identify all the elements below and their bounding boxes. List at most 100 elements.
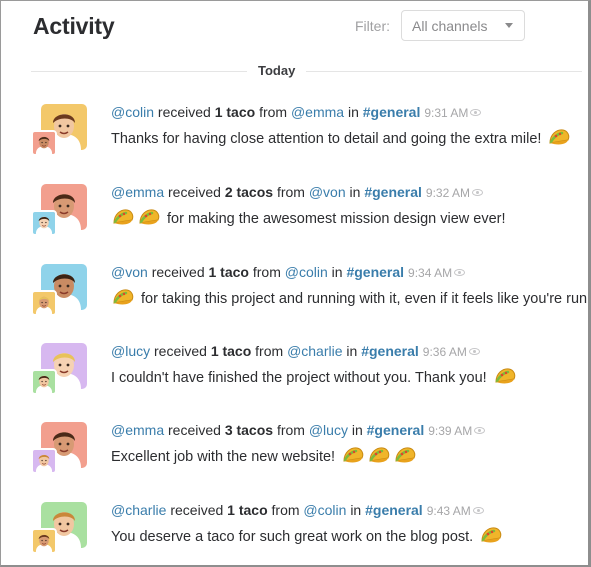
avatar-group [31,264,87,320]
recipient-link[interactable]: @emma [111,184,164,200]
sender-link[interactable]: @emma [291,104,344,120]
day-label: Today [247,63,307,78]
eye-icon[interactable] [474,426,486,434]
activity-item: @emma received 2 tacos from @von in #gen… [1,184,588,256]
timestamp[interactable]: 9:36 AM [423,345,467,359]
message-text: Thanks for having close attention to det… [111,131,542,147]
avatar-group [31,502,87,558]
taco-icon [341,444,365,466]
avatar-group [31,104,87,160]
channel-link[interactable]: #general [346,264,404,280]
received-text: received [154,343,207,359]
eye-icon[interactable] [468,347,480,355]
sender-avatar[interactable] [31,448,57,474]
timestamp[interactable]: 9:39 AM [428,424,472,438]
activity-summary: @von received 1 taco from @colin in #gen… [111,264,466,280]
in-text: in [331,264,343,280]
received-text: received [170,502,224,518]
from-text: from [252,264,281,280]
recipient-link[interactable]: @von [111,264,148,280]
in-text: in [349,184,361,200]
activity-item: @colin received 1 taco from @emma in #ge… [1,104,588,176]
taco-icon [367,444,391,466]
timestamp[interactable]: 9:31 AM [424,106,468,120]
in-text: in [347,104,359,120]
taco-count: 1 taco [210,343,252,359]
message-text: for taking this project and running with… [141,291,591,307]
taco-icon [111,286,135,308]
avatar-group [31,184,87,240]
timestamp[interactable]: 9:43 AM [427,504,471,518]
recipient-link[interactable]: @lucy [111,343,150,359]
activity-summary: @lucy received 1 taco from @charlie in #… [111,343,480,359]
sender-link[interactable]: @colin [285,264,328,280]
header: Activity Filter: All channels [33,10,588,47]
timestamp[interactable]: 9:34 AM [408,266,452,280]
activity-panel: Activity Filter: All channels Today @col… [0,0,591,567]
sender-link[interactable]: @von [309,184,346,200]
message-text: I couldn't have finished the project wit… [111,370,487,386]
filter-selected-value: All channels [412,18,488,34]
channel-filter-select[interactable]: All channels [401,10,525,41]
from-text: from [276,422,305,438]
eye-icon[interactable] [454,268,466,276]
sender-link[interactable]: @charlie [287,343,342,359]
eye-icon[interactable] [472,506,484,514]
sender-link[interactable]: @lucy [309,422,348,438]
from-text: from [271,502,300,518]
page-title: Activity [33,13,115,39]
activity-message: for taking this project and running with… [111,286,591,310]
taco-count: 2 tacos [224,184,274,200]
channel-link[interactable]: #general [363,104,421,120]
taco-icon [137,206,161,228]
eye-icon[interactable] [470,108,482,116]
eye-icon[interactable] [471,188,483,196]
taco-icon [493,365,517,387]
sender-avatar[interactable] [31,528,57,554]
received-text: received [168,184,221,200]
in-text: in [346,343,358,359]
taco-icon [393,444,417,466]
channel-link[interactable]: #general [361,343,419,359]
from-text: from [255,343,284,359]
taco-icon [111,206,135,228]
channel-link[interactable]: #general [365,502,423,518]
activity-summary: @colin received 1 taco from @emma in #ge… [111,104,482,120]
message-text: Excellent job with the new website! [111,449,336,465]
taco-icon [547,126,571,148]
from-text: from [276,184,305,200]
recipient-link[interactable]: @colin [111,104,154,120]
received-text: received [157,104,211,120]
received-text: received [151,264,205,280]
activity-summary: @charlie received 1 taco from @colin in … [111,502,484,518]
recipient-link[interactable]: @emma [111,422,164,438]
activity-item: @lucy received 1 taco from @charlie in #… [1,343,588,415]
from-text: from [259,104,288,120]
sender-avatar[interactable] [31,290,57,316]
activity-message: Thanks for having close attention to det… [111,128,571,150]
sender-avatar[interactable] [31,369,57,395]
taco-count: 1 taco [214,104,256,120]
timestamp[interactable]: 9:32 AM [426,186,470,200]
in-text: in [350,502,362,518]
taco-icon [479,524,503,546]
filter-label: Filter: [355,18,390,34]
activity-message: You deserve a taco for such great work o… [111,526,503,548]
channel-link[interactable]: #general [367,422,425,438]
avatar-group [31,422,87,478]
avatar-group [31,343,87,399]
recipient-link[interactable]: @charlie [111,502,166,518]
sender-avatar[interactable] [31,210,57,236]
taco-count: 3 tacos [224,422,274,438]
chevron-down-icon [505,23,513,28]
channel-link[interactable]: #general [364,184,422,200]
activity-message: I couldn't have finished the project wit… [111,367,517,389]
activity-summary: @emma received 2 tacos from @von in #gen… [111,184,483,200]
sender-avatar[interactable] [31,130,57,156]
sender-link[interactable]: @colin [303,502,346,518]
taco-count: 1 taco [208,264,249,280]
activity-item: @emma received 3 tacos from @lucy in #ge… [1,422,588,494]
activity-summary: @emma received 3 tacos from @lucy in #ge… [111,422,486,438]
activity-message: for making the awesomest mission design … [111,208,506,230]
activity-message: Excellent job with the new website! [111,446,417,468]
